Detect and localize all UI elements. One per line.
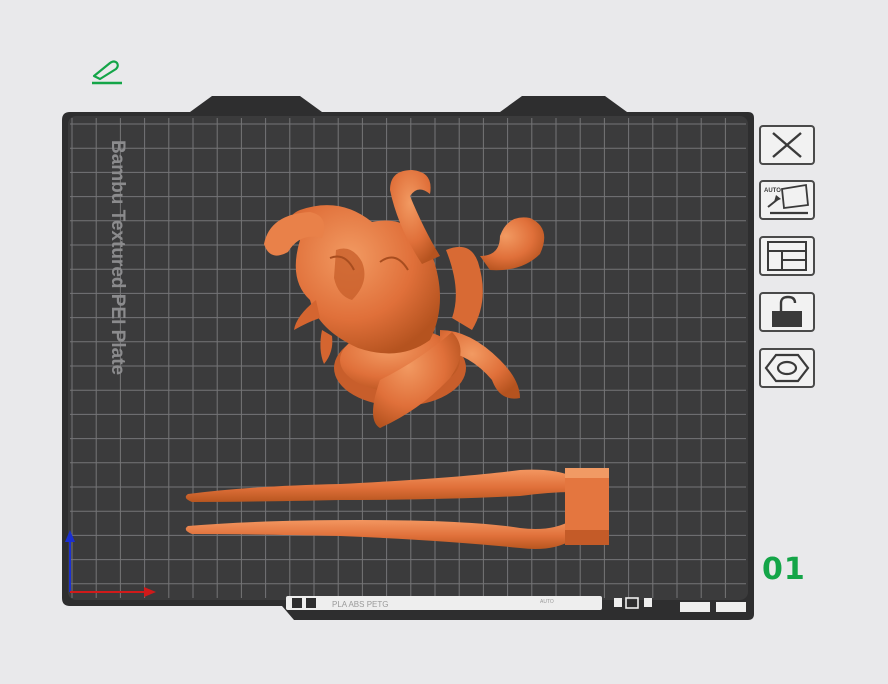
bed-type-text: AUTO <box>540 599 554 605</box>
svg-text:AUTO: AUTO <box>764 188 781 194</box>
arrange-layout-icon <box>767 241 807 271</box>
plate-label: Bambu Textured PEI Plate <box>107 140 128 375</box>
auto-orient-button[interactable]: AUTO <box>759 180 815 220</box>
x-icon <box>772 132 802 158</box>
filament-type-text: PLA ABS PETG <box>332 600 388 609</box>
auto-orient-icon: AUTO <box>764 183 809 215</box>
lock-plate-button[interactable] <box>759 292 815 332</box>
pencil-edit-icon[interactable] <box>88 58 128 86</box>
plate-number: 01 <box>762 552 806 587</box>
hexagon-nut-icon <box>764 353 810 383</box>
lock-icon <box>772 295 802 327</box>
build-plate-viewport[interactable]: Bambu Textured PEI Plate PLA ABS PETG AU… <box>0 0 888 684</box>
plate-settings-button[interactable] <box>759 348 815 388</box>
arrange-button[interactable] <box>759 236 815 276</box>
close-plate-button[interactable] <box>759 125 815 165</box>
